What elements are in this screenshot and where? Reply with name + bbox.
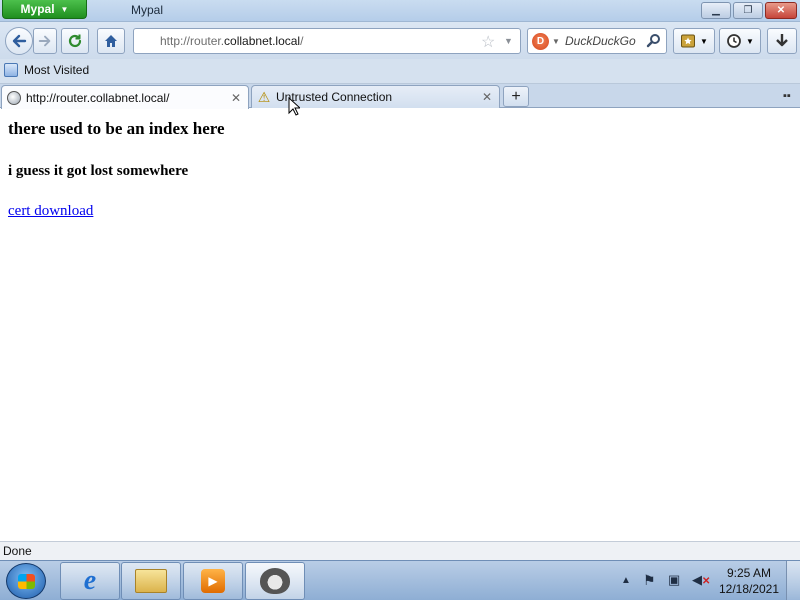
- back-arrow-icon: [12, 34, 27, 48]
- grid-icon: ▪▪: [783, 90, 791, 102]
- file-explorer-icon: [135, 569, 167, 593]
- maximize-button[interactable]: ❐: [733, 2, 763, 19]
- download-arrow-icon: [776, 34, 788, 47]
- home-button[interactable]: [97, 28, 125, 54]
- url-bar[interactable]: http://router.collabnet.local/ ☆ ▼: [133, 28, 521, 54]
- forward-arrow-icon: [38, 35, 51, 47]
- close-icon: ✕: [776, 5, 786, 16]
- show-hidden-icons-icon[interactable]: ▲: [621, 575, 631, 586]
- show-desktop-button[interactable]: [786, 561, 800, 600]
- caret-down-icon: ▼: [60, 4, 69, 14]
- volume-muted-icon[interactable]: ◀✕: [692, 572, 710, 588]
- most-visited-folder-icon: [4, 63, 18, 77]
- chevron-down-icon: ▼: [746, 36, 754, 46]
- bookmarks-icon: [681, 34, 696, 48]
- search-bar[interactable]: D ▼ DuckDuckGo: [527, 28, 667, 54]
- start-button[interactable]: [6, 563, 46, 599]
- internet-explorer-icon: e: [83, 565, 97, 596]
- forward-button[interactable]: [33, 28, 57, 54]
- bookmark-star-icon[interactable]: ☆: [481, 32, 495, 52]
- taskbar-file-explorer[interactable]: [121, 562, 181, 600]
- url-suffix: /: [300, 34, 304, 48]
- minimize-icon: ▁: [712, 5, 720, 16]
- app-menu-label: Mypal: [20, 2, 55, 16]
- taskbar-mypal[interactable]: [245, 562, 305, 600]
- reload-icon: [68, 34, 82, 48]
- bookmarks-menu-button[interactable]: ▼: [673, 28, 715, 54]
- clock-date: 12/18/2021: [718, 582, 780, 596]
- clock[interactable]: 9:25 AM 12/18/2021: [714, 565, 784, 597]
- action-center-flag-icon[interactable]: ⚑: [643, 572, 656, 589]
- clock-time: 9:25 AM: [726, 566, 772, 580]
- url-prefix: http://router.: [160, 34, 225, 48]
- media-player-icon: ▶: [201, 569, 225, 593]
- back-button[interactable]: [5, 27, 33, 55]
- tab-label: http://router.collabnet.local/: [26, 90, 170, 105]
- plus-icon: +: [511, 87, 521, 105]
- mouse-cursor-icon: [288, 97, 300, 116]
- page-content: there used to be an index here i guess i…: [0, 109, 800, 541]
- history-menu-button[interactable]: ▼: [719, 28, 761, 54]
- close-window-button[interactable]: ✕: [765, 2, 797, 19]
- mypal-icon: [260, 568, 290, 594]
- cert-download-link[interactable]: cert download: [8, 203, 93, 220]
- status-bar: Done: [0, 541, 800, 560]
- url-text: http://router.collabnet.local/: [160, 34, 303, 48]
- app-menu-button[interactable]: Mypal ▼: [2, 0, 87, 19]
- tab-strip: http://router.collabnet.local/ ✕ ⚠ Untru…: [0, 84, 800, 109]
- tab-label: Untrusted Connection: [276, 90, 393, 104]
- tab-router[interactable]: http://router.collabnet.local/ ✕: [1, 85, 249, 109]
- globe-icon: [6, 90, 22, 106]
- navigation-toolbar: http://router.collabnet.local/ ☆ ▼ D ▼ D…: [0, 22, 800, 59]
- minimize-button[interactable]: ▁: [701, 2, 731, 19]
- network-icon[interactable]: ▣: [668, 572, 680, 588]
- clock-icon: [727, 34, 741, 48]
- home-icon: [105, 35, 117, 47]
- bookmarks-toolbar: Most Visited: [0, 59, 800, 84]
- close-tab-icon[interactable]: ✕: [479, 90, 495, 104]
- search-engine-dropdown-icon[interactable]: ▼: [552, 37, 560, 46]
- duckduckgo-icon[interactable]: D: [532, 33, 549, 50]
- page-heading: there used to be an index here: [8, 119, 225, 138]
- restore-icon: ❐: [743, 5, 753, 16]
- list-all-tabs-button[interactable]: ▪▪: [783, 90, 791, 102]
- page-subheading: i guess it got lost somewhere: [8, 163, 189, 179]
- taskbar: e ▶ ▲ ⚑ ▣ ◀✕ 9:25 AM 12/18/2021: [0, 560, 800, 600]
- url-dropdown-icon[interactable]: ▼: [504, 36, 513, 46]
- windows-logo-icon: [18, 574, 35, 589]
- warning-icon: ⚠: [257, 89, 271, 105]
- chevron-down-icon: ▼: [700, 36, 708, 46]
- close-tab-icon[interactable]: ✕: [228, 91, 244, 105]
- title-bar: Mypal ▼ Mypal ▁ ❐ ✕: [0, 0, 800, 22]
- url-host: collabnet.local: [224, 34, 301, 48]
- bookmark-most-visited[interactable]: Most Visited: [4, 63, 89, 77]
- window-title: Mypal: [131, 3, 164, 17]
- search-icon[interactable]: [646, 33, 662, 49]
- status-text: Done: [3, 544, 32, 558]
- bookmark-label: Most Visited: [24, 63, 90, 77]
- search-placeholder: DuckDuckGo: [565, 34, 636, 48]
- taskbar-media-player[interactable]: ▶: [183, 562, 243, 600]
- downloads-button[interactable]: [767, 28, 797, 54]
- new-tab-button[interactable]: +: [503, 86, 529, 107]
- taskbar-internet-explorer[interactable]: e: [60, 562, 120, 600]
- reload-button[interactable]: [61, 28, 89, 54]
